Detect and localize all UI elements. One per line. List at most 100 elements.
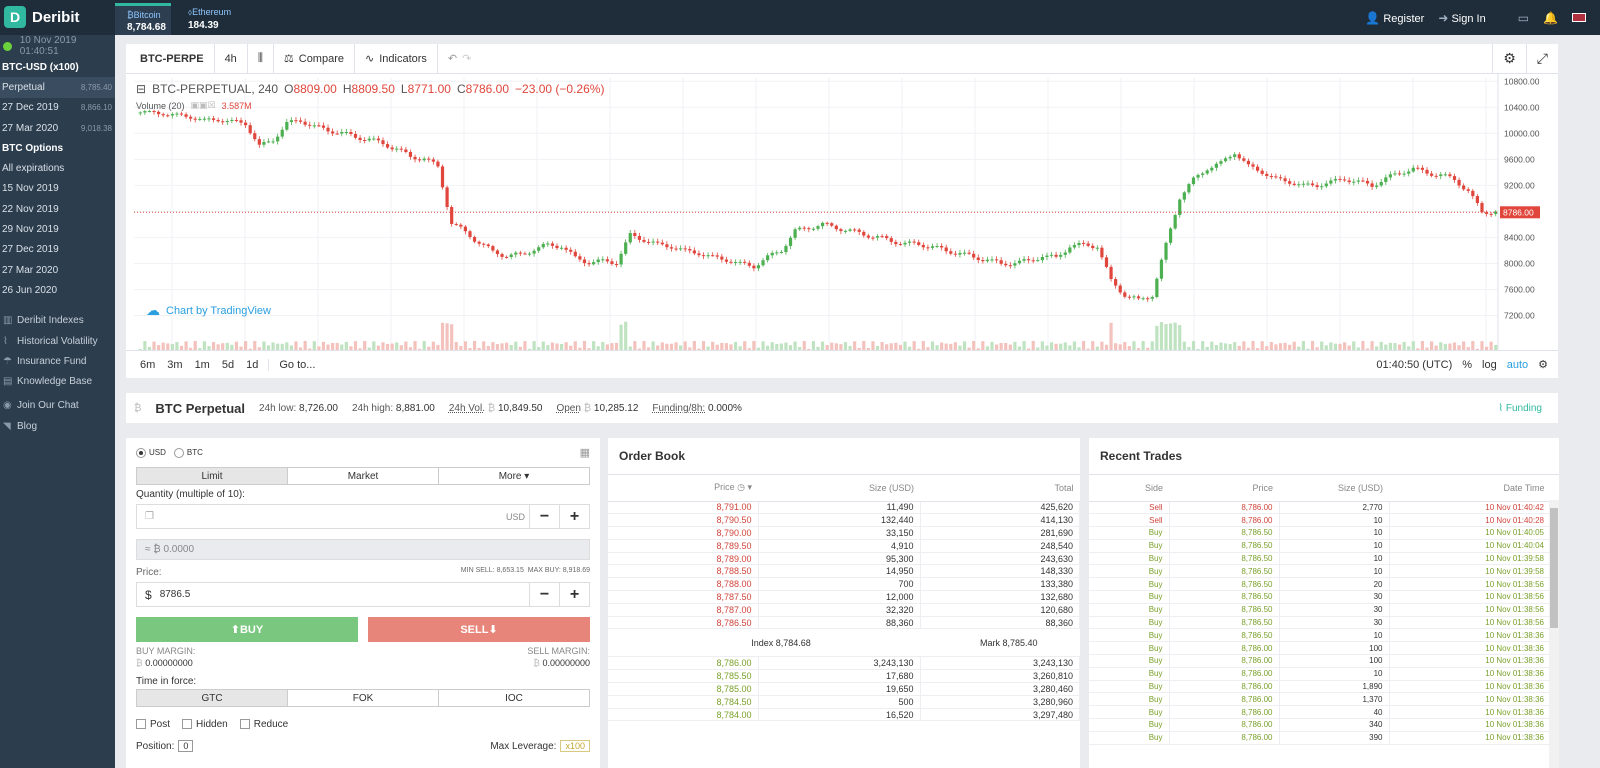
bid-row[interactable]: 8,784.00 16,520 3,297,480 xyxy=(608,708,1080,722)
trade-row[interactable]: Buy 8,786.50 10 10 Nov 01:39:58 xyxy=(1089,552,1559,566)
volume-controls-icon[interactable]: ▣▣☒ xyxy=(191,100,216,111)
chart-settings-icon[interactable]: ⚙ xyxy=(1538,358,1548,371)
settings-button[interactable]: ⚙ xyxy=(1492,43,1526,74)
quantity-input[interactable]: ❐ USD − + xyxy=(136,504,590,529)
indicators-button[interactable]: ∿ Indicators xyxy=(355,43,438,74)
log-toggle[interactable]: log xyxy=(1482,359,1497,371)
post-checkbox[interactable]: Post xyxy=(136,719,170,730)
bell-icon[interactable]: 🔔 xyxy=(1543,11,1558,25)
tab-market[interactable]: Market xyxy=(288,468,439,484)
range-5d[interactable]: 5d xyxy=(216,359,240,371)
currency-tab-ethereum[interactable]: ⬨Ethereum 184.39 xyxy=(176,3,236,35)
range-1m[interactable]: 1m xyxy=(189,359,216,371)
register-link[interactable]: 👤 Register xyxy=(1365,11,1424,25)
sidebar-option-item[interactable]: 27 Dec 2019 xyxy=(0,240,115,260)
reduce-checkbox[interactable]: Reduce xyxy=(239,719,288,730)
trade-row[interactable]: Buy 8,786.50 30 10 Nov 01:38:56 xyxy=(1089,616,1559,630)
trade-row[interactable]: Buy 8,786.50 10 10 Nov 01:40:04 xyxy=(1089,539,1559,553)
ask-row[interactable]: 8,791.00 11,490 425,620 xyxy=(608,501,1080,515)
trade-row[interactable]: Sell 8,786.00 2,770 10 Nov 01:40:42 xyxy=(1089,501,1559,515)
trade-row[interactable]: Buy 8,786.50 20 10 Nov 01:38:56 xyxy=(1089,577,1559,592)
tab-limit[interactable]: Limit xyxy=(137,468,288,484)
sidebar-option-item[interactable]: All expirations xyxy=(0,158,115,178)
trade-row[interactable]: Buy 8,786.00 390 10 Nov 01:38:36 xyxy=(1089,731,1559,745)
sidebar-item-27mar2020[interactable]: 27 Mar 2020 9,018.38 xyxy=(0,118,115,138)
signin-link[interactable]: ➜ Sign In xyxy=(1438,11,1485,25)
ask-row[interactable]: 8,789.00 95,300 243,630 xyxy=(608,552,1080,566)
hidden-checkbox[interactable]: Hidden xyxy=(182,719,228,730)
sidebar-link-chat[interactable]: ◉ Join Our Chat xyxy=(0,396,115,416)
tradingview-brand[interactable]: ☁ Chart by TradingView xyxy=(146,302,271,319)
compare-button[interactable]: ⚖ Compare xyxy=(274,43,355,74)
trade-row[interactable]: Buy 8,786.00 1,370 10 Nov 01:38:36 xyxy=(1089,692,1559,707)
sidebar-option-item[interactable]: 29 Nov 2019 xyxy=(0,219,115,239)
sidebar-link-insurance[interactable]: ☂ Insurance Fund xyxy=(0,351,115,371)
trade-row[interactable]: Buy 8,786.00 340 10 Nov 01:38:36 xyxy=(1089,718,1559,732)
usd-radio[interactable]: USD xyxy=(136,447,166,458)
tif-gtc[interactable]: GTC xyxy=(137,690,288,706)
trade-row[interactable]: Buy 8,786.00 40 10 Nov 01:38:36 xyxy=(1089,705,1559,720)
trade-row[interactable]: Buy 8,786.00 100 10 Nov 01:38:36 xyxy=(1089,641,1559,656)
ask-row[interactable]: 8,787.50 12,000 132,680 xyxy=(608,590,1080,604)
sidebar-item-27dec2019[interactable]: 27 Dec 2019 8,866.10 xyxy=(0,98,115,118)
price-decrement-button[interactable]: − xyxy=(529,583,559,606)
fullscreen-button[interactable]: ⤢ xyxy=(1525,43,1558,74)
range-1d[interactable]: 1d xyxy=(240,359,264,371)
candle-type-button[interactable]: ⫼ xyxy=(248,43,274,74)
sidebar-link-indexes[interactable]: ▥ Deribit Indexes xyxy=(0,311,115,331)
funding-link[interactable]: ⌇ Funding xyxy=(1498,403,1558,414)
range-3m[interactable]: 3m xyxy=(161,359,188,371)
tif-fok[interactable]: FOK xyxy=(288,690,439,706)
sidebar-link-blog[interactable]: ◥ Blog xyxy=(0,416,115,436)
quantity-increment-button[interactable]: + xyxy=(559,505,589,528)
sidebar-item-perpetual[interactable]: Perpetual 8,785.40 xyxy=(0,77,115,98)
quantity-decrement-button[interactable]: − xyxy=(529,505,559,528)
scrollbar-thumb[interactable] xyxy=(1550,508,1558,628)
redo-icon[interactable]: ↷ xyxy=(462,52,471,65)
trade-row[interactable]: Sell 8,786.00 10 10 Nov 01:40:28 xyxy=(1089,513,1559,528)
logo[interactable]: D Deribit xyxy=(4,6,80,28)
trade-row[interactable]: Buy 8,786.50 10 10 Nov 01:39:58 xyxy=(1089,564,1559,579)
ask-row[interactable]: 8,788.50 14,950 148,330 xyxy=(608,564,1080,579)
symbol-search[interactable]: BTC-PERPE xyxy=(126,43,215,74)
trade-row[interactable]: Buy 8,786.00 1,890 10 Nov 01:38:36 xyxy=(1089,680,1559,694)
auto-toggle[interactable]: auto xyxy=(1507,359,1528,371)
sidebar-options-head[interactable]: BTC Options xyxy=(0,138,115,158)
bid-row[interactable]: 8,785.50 17,680 3,260,810 xyxy=(608,669,1080,684)
undo-button[interactable]: ↶ ↷ xyxy=(438,44,481,74)
sell-button[interactable]: SELL ⬇ xyxy=(368,617,590,642)
currency-tab-bitcoin[interactable]: ₿Bitcoin 8,784.68 xyxy=(115,3,171,35)
trade-row[interactable]: Buy 8,786.50 10 10 Nov 01:38:36 xyxy=(1089,628,1559,643)
trade-row[interactable]: Buy 8,786.50 30 10 Nov 01:38:56 xyxy=(1089,603,1559,617)
collapse-icon[interactable]: ⊟ xyxy=(136,82,146,96)
price-chart[interactable]: 1619222528Oct4710131619222528Nov47101080… xyxy=(126,74,1558,350)
ask-row[interactable]: 8,786.50 88,360 88,360 xyxy=(608,616,1080,630)
sidebar-option-item[interactable]: 22 Nov 2019 xyxy=(0,199,115,219)
sidebar-option-item[interactable]: 27 Mar 2020 xyxy=(0,260,115,280)
ask-row[interactable]: 8,787.00 32,320 120,680 xyxy=(608,603,1080,617)
sidebar-link-volatility[interactable]: ⌇ Historical Volatility xyxy=(0,331,115,351)
sidebar-option-item[interactable]: 15 Nov 2019 xyxy=(0,179,115,199)
tab-more[interactable]: More ▾ xyxy=(439,468,589,484)
ask-row[interactable]: 8,790.50 132,440 414,130 xyxy=(608,513,1080,528)
trade-row[interactable]: Buy 8,786.50 10 10 Nov 01:40:05 xyxy=(1089,526,1559,540)
btc-radio[interactable]: BTC xyxy=(173,447,203,458)
ask-row[interactable]: 8,789.50 4,910 248,540 xyxy=(608,539,1080,553)
monitor-icon[interactable]: ▭ xyxy=(1518,11,1529,25)
buy-button[interactable]: ⬆ BUY xyxy=(136,617,358,642)
percent-toggle[interactable]: % xyxy=(1462,359,1472,371)
bid-row[interactable]: 8,786.00 3,243,130 3,243,130 xyxy=(608,656,1080,671)
range-6m[interactable]: 6m xyxy=(126,359,161,371)
tif-ioc[interactable]: IOC xyxy=(439,690,589,706)
calculator-icon[interactable]: ▦ xyxy=(580,446,590,459)
price-input[interactable]: $8786.5 − + xyxy=(136,582,590,607)
ask-row[interactable]: 8,790.00 33,150 281,690 xyxy=(608,526,1080,540)
trade-row[interactable]: Buy 8,786.50 30 10 Nov 01:38:56 xyxy=(1089,590,1559,604)
trade-row[interactable]: Buy 8,786.00 100 10 Nov 01:38:36 xyxy=(1089,654,1559,668)
col-price[interactable]: Price ◷ ▾ xyxy=(608,475,758,502)
price-increment-button[interactable]: + xyxy=(559,583,589,606)
bid-row[interactable]: 8,785.00 19,650 3,280,460 xyxy=(608,682,1080,696)
goto-button[interactable]: Go to... xyxy=(268,358,321,371)
flag-icon[interactable] xyxy=(1572,13,1586,22)
bid-row[interactable]: 8,784.50 500 3,280,960 xyxy=(608,695,1080,709)
